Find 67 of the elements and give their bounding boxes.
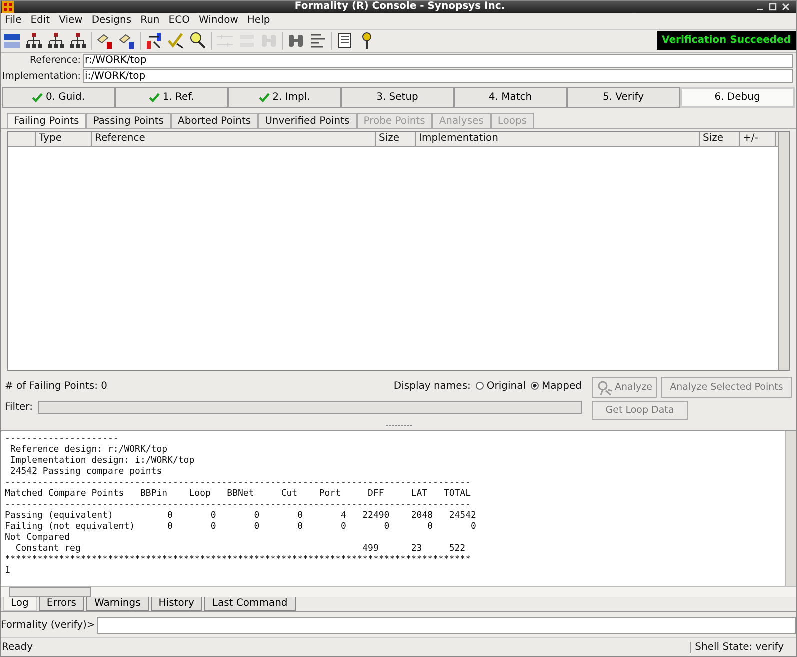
menu-item[interactable]: Help <box>247 15 270 26</box>
step-tab[interactable]: 5. Verify <box>567 87 680 108</box>
menu-item[interactable]: Edit <box>30 15 50 26</box>
column-header[interactable]: Size <box>376 132 416 146</box>
design-label: Reference: <box>28 55 82 66</box>
tab[interactable]: Aborted Points <box>171 113 258 128</box>
radio-button[interactable]: Original <box>476 380 526 392</box>
log-text: --------------------- Reference design: r:/WORK/top Implementation design: i:/WORK/top 24542 Passing compare points -------------------------------------------------------------------------------------- Matched Compare Points BBPin Loop BBNet Cut Port DFF LAT TOTAL -------------------------------------------------------------------------------------- Passing (equivalent) 0 0 0 0 4 22490 2048 24542 Failing (not equivalent) 0 0 0 0 0 0 0 0 Not Compared Constant reg 499 23 522 ************************************************************************************** 1 <box>4 432 478 578</box>
status-message: Ready <box>2 642 34 653</box>
tab[interactable]: Log <box>3 597 37 612</box>
verification-status: Verification Succeeded <box>657 31 796 50</box>
prompt-label: Formality (verify)> <box>1 620 96 631</box>
step-tab[interactable]: 2. Impl. <box>228 87 341 108</box>
window-title: Formality (R) Console - Synopsys Inc. <box>294 1 506 13</box>
analyze-icon <box>597 380 613 396</box>
checkmark-icon[interactable] <box>167 32 185 50</box>
menu-item[interactable]: ECO <box>168 15 190 26</box>
scrollbar[interactable] <box>778 132 789 370</box>
hierarchy-icon[interactable] <box>25 32 43 50</box>
list-icon[interactable] <box>309 32 327 50</box>
column-header[interactable]: Type <box>36 132 92 146</box>
menu-item[interactable]: File <box>5 15 22 26</box>
column-header[interactable]: Size <box>700 132 740 146</box>
close-icon[interactable] <box>782 3 790 11</box>
column-header[interactable]: +/- <box>740 132 776 146</box>
eraser-icon[interactable] <box>96 32 114 50</box>
tab[interactable]: Failing Points <box>7 113 86 128</box>
magnifier-icon[interactable] <box>189 32 207 50</box>
menu-item[interactable]: Window <box>198 15 238 26</box>
maximize-icon[interactable] <box>769 3 777 11</box>
app-icon <box>2 1 14 13</box>
tab[interactable]: Passing Points <box>86 113 172 128</box>
eraser-icon[interactable] <box>118 32 136 50</box>
filter-field[interactable] <box>38 401 582 414</box>
filter-label: Filter: <box>5 402 33 414</box>
checkmark-icon <box>148 92 160 103</box>
column-header[interactable]: Implementation <box>416 132 700 146</box>
command-field[interactable] <box>97 616 796 634</box>
checkmark-icon <box>258 92 270 103</box>
step-tab[interactable]: 6. Debug <box>680 87 795 108</box>
step-tab[interactable]: 4. Match <box>454 87 567 108</box>
step-tab[interactable]: 3. Setup <box>341 87 454 108</box>
tab[interactable]: Last Command <box>204 597 296 612</box>
tab[interactable]: History <box>150 597 202 612</box>
design-field[interactable]: i:/WORK/top <box>83 69 793 84</box>
display-names-label: Display names: <box>394 380 471 392</box>
shell-state: Shell State: verify <box>690 642 796 653</box>
scrollbar[interactable] <box>785 430 796 586</box>
step-tab[interactable]: 0. Guid. <box>2 87 115 108</box>
menu-item[interactable]: View <box>59 15 83 26</box>
design-label: Implementation: <box>1 70 82 82</box>
scrollbar[interactable] <box>1 586 796 598</box>
tab[interactable]: Errors <box>38 597 84 612</box>
hierarchy-icon[interactable] <box>47 32 65 50</box>
tab[interactable]: Warnings <box>86 597 149 612</box>
radio-button[interactable]: Mapped <box>531 380 582 392</box>
column-header[interactable]: Reference <box>92 132 376 146</box>
document-icon[interactable] <box>336 32 354 50</box>
splitter-handle[interactable] <box>386 424 412 426</box>
count-label: # of Failing Points: 0 <box>5 380 108 392</box>
tab[interactable]: Unverified Points <box>258 113 357 128</box>
menu-item[interactable]: Run <box>140 15 160 26</box>
design-field[interactable]: r:/WORK/top <box>83 54 793 68</box>
step-tab[interactable]: 1. Ref. <box>115 87 228 108</box>
checkmark-icon <box>32 92 43 103</box>
menu-item[interactable]: Designs <box>92 15 132 26</box>
hierarchy-icon[interactable] <box>69 32 87 50</box>
